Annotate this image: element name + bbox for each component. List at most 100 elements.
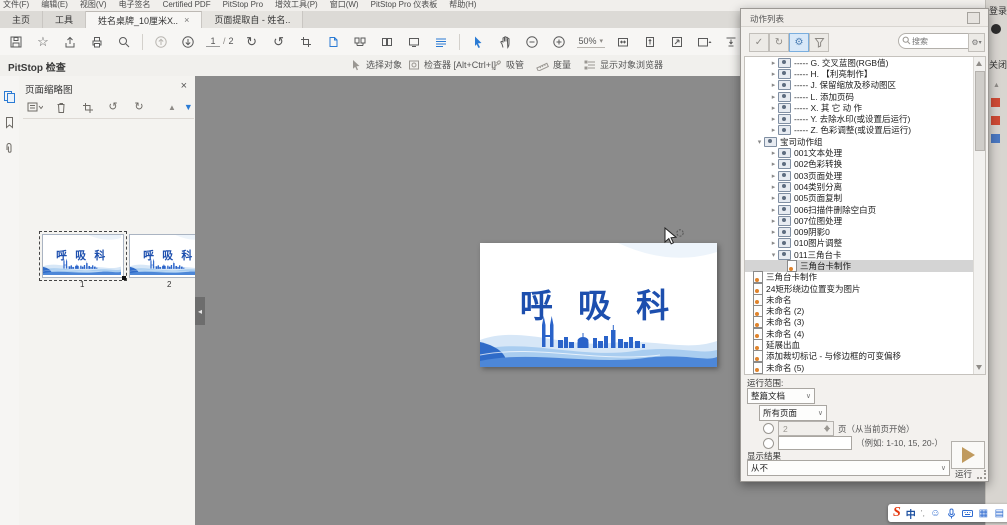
scrollbar-thumb[interactable] — [975, 71, 985, 151]
pages-scope-select[interactable]: 所有页面 ∨ — [759, 405, 827, 421]
minimize-icon[interactable] — [967, 12, 980, 24]
menu-pitstop-pro[interactable]: PitStop Pro — [223, 0, 263, 10]
action-list-item[interactable]: ▸ ----- H. 【利亮制作】 — [745, 68, 985, 79]
action-list-item[interactable]: ▸ 002色彩转换 — [745, 159, 985, 170]
fit-page-icon[interactable] — [641, 33, 659, 51]
action-list-item[interactable]: ▸ ----- L. 添加页码 — [745, 91, 985, 102]
tab-close-icon[interactable]: × — [184, 15, 189, 25]
fit-width-icon[interactable] — [614, 33, 632, 51]
show-results-select[interactable]: 从不 ∨ — [747, 460, 950, 476]
rotate-ccw-icon[interactable]: ↺ — [104, 98, 122, 116]
chevron-right-icon[interactable]: ▸ — [769, 160, 778, 168]
document-page[interactable] — [479, 242, 718, 368]
run-button[interactable] — [951, 441, 985, 469]
action-list-item[interactable]: ▸ 009阴影0 — [745, 226, 985, 237]
refresh-button[interactable]: ↻ — [769, 33, 789, 52]
action-list-item[interactable]: 三角台卡制作 — [745, 271, 985, 284]
menu-file[interactable]: 文件(F) — [3, 0, 29, 10]
action-list-item[interactable]: 未命名 (5) — [745, 361, 985, 374]
fullscreen-view-icon[interactable] — [405, 33, 423, 51]
action-list-item[interactable]: 未命名 (4) — [745, 327, 985, 340]
account-avatar[interactable] — [991, 24, 1001, 34]
action-list-item[interactable]: ▸ 007位图处理 — [745, 215, 985, 226]
pitstop-eyedropper-button[interactable]: 吸管 — [490, 58, 524, 71]
manage-gear-button[interactable]: ⚙ — [789, 33, 809, 52]
chevron-right-icon[interactable]: ▸ — [769, 228, 778, 236]
new-page-icon[interactable] — [324, 33, 342, 51]
chevron-right-icon[interactable]: ▸ — [769, 59, 778, 67]
close-button[interactable]: 关闭 — [989, 58, 1007, 71]
collapse-panel-handle[interactable]: ◂ — [195, 297, 205, 325]
action-list-group[interactable]: ▾ 宝司动作组 — [745, 136, 985, 147]
chevron-right-icon[interactable]: ▸ — [769, 172, 778, 180]
chevron-right-icon[interactable]: ▸ — [769, 104, 778, 112]
tab-home[interactable]: 主页 — [0, 11, 44, 28]
bookmarks-panel-icon[interactable] — [3, 116, 16, 129]
menu-help[interactable]: 帮助(H) — [449, 0, 476, 10]
star-icon[interactable]: ☆ — [34, 33, 52, 51]
chevron-right-icon[interactable]: ▸ — [769, 217, 778, 225]
page-range-radio[interactable] — [763, 437, 774, 449]
tab-document-2[interactable]: 页面提取自 - 姓名.. — [202, 11, 304, 28]
thumbnail-options-icon[interactable] — [26, 98, 44, 116]
apply-check-button[interactable]: ✓ — [749, 33, 769, 52]
action-list-item[interactable]: 延展出血 — [745, 339, 985, 352]
ime-language-toggle[interactable]: 中 — [906, 506, 916, 521]
page-range-input[interactable] — [778, 436, 852, 450]
menu-window[interactable]: 窗口(W) — [330, 0, 359, 10]
panel-close-icon[interactable]: × — [181, 80, 187, 92]
menu-esign[interactable]: 电子签名 — [119, 0, 151, 10]
zoom-level-select[interactable]: 50% ▾ — [576, 35, 606, 48]
skin-panel-icon[interactable]: ▤ — [994, 508, 1005, 519]
action-list-group[interactable]: ▾ 011三角台卡 — [745, 249, 985, 260]
toolbox-icon[interactable]: ▦ — [978, 508, 989, 519]
tab-tools[interactable]: 工具 — [43, 11, 87, 28]
menu-certified-pdf[interactable]: Certified PDF — [163, 0, 211, 10]
keyboard-icon[interactable] — [961, 508, 973, 519]
microphone-icon[interactable] — [946, 508, 957, 519]
actual-size-icon[interactable] — [668, 33, 686, 51]
menu-view[interactable]: 视图(V) — [80, 0, 107, 10]
scroll-up-icon[interactable] — [976, 61, 982, 66]
menu-pitstop-dashboard[interactable]: PitStop Pro 仪表板 — [371, 0, 438, 10]
action-list-item[interactable]: ▸ ----- J. 保留缩放及移动图区 — [745, 80, 985, 91]
chevron-down-icon[interactable]: ▾ — [769, 251, 778, 259]
run-scope-select[interactable]: 整篇文档 ∨ — [747, 388, 815, 404]
zoom-out-thumbnails-icon[interactable]: ▲ — [168, 103, 176, 112]
read-mode-icon[interactable] — [432, 33, 450, 51]
action-list-titlebar[interactable]: 动作列表 — [741, 9, 988, 27]
organize-pages-icon[interactable] — [351, 33, 369, 51]
previous-page-icon[interactable] — [152, 33, 170, 51]
action-list-item[interactable]: ▸ 005页面复制 — [745, 193, 985, 204]
tree-scrollbar[interactable] — [973, 57, 985, 374]
menu-edit[interactable]: 编辑(E) — [41, 0, 68, 10]
hand-tool-icon[interactable] — [496, 33, 514, 51]
options-gear-dropdown[interactable]: ⚙ ▾ — [968, 33, 985, 52]
page-count-radio[interactable] — [763, 423, 774, 434]
chevron-right-icon[interactable]: ▸ — [769, 93, 778, 101]
scroll-up-icon[interactable]: ▲ — [993, 82, 1000, 89]
tab-document-1[interactable]: 姓名桌牌_10厘米X.. × — [86, 11, 203, 28]
chevron-right-icon[interactable]: ▸ — [769, 115, 778, 123]
pitstop-object-browser-button[interactable]: 显示对象浏览器 — [584, 58, 663, 71]
chevron-right-icon[interactable]: ▸ — [769, 70, 778, 78]
rotate-cw-icon[interactable]: ↻ — [130, 98, 148, 116]
thumbnail-size-slider[interactable]: ▼ — [184, 102, 193, 112]
ime-punctuation-toggle[interactable]: ’, — [921, 509, 925, 518]
action-list-item[interactable]: 未命名 (2) — [745, 305, 985, 318]
save-icon[interactable] — [7, 33, 25, 51]
scroll-down-icon[interactable] — [976, 365, 982, 370]
crop-page-icon[interactable] — [297, 33, 315, 51]
sogou-logo-icon[interactable]: S — [893, 506, 901, 520]
print-icon[interactable] — [88, 33, 106, 51]
action-list-item[interactable]: ▸ ----- Z. 色彩调整(或设置后运行) — [745, 125, 985, 136]
menu-plugins[interactable]: 增效工具(P) — [275, 0, 318, 10]
rotate-left-icon[interactable]: ↺ — [270, 33, 288, 51]
pitstop-select-object-button[interactable]: 选择对象 — [350, 58, 402, 71]
login-button[interactable]: 登录 — [989, 4, 1007, 17]
action-list-item[interactable]: ▸ ----- Y. 去除水印(或设置后运行) — [745, 113, 985, 124]
action-list-item[interactable]: 未命名 — [745, 293, 985, 306]
chevron-right-icon[interactable]: ▸ — [769, 81, 778, 89]
zoom-in-icon[interactable] — [550, 33, 568, 51]
two-page-view-icon[interactable] — [378, 33, 396, 51]
